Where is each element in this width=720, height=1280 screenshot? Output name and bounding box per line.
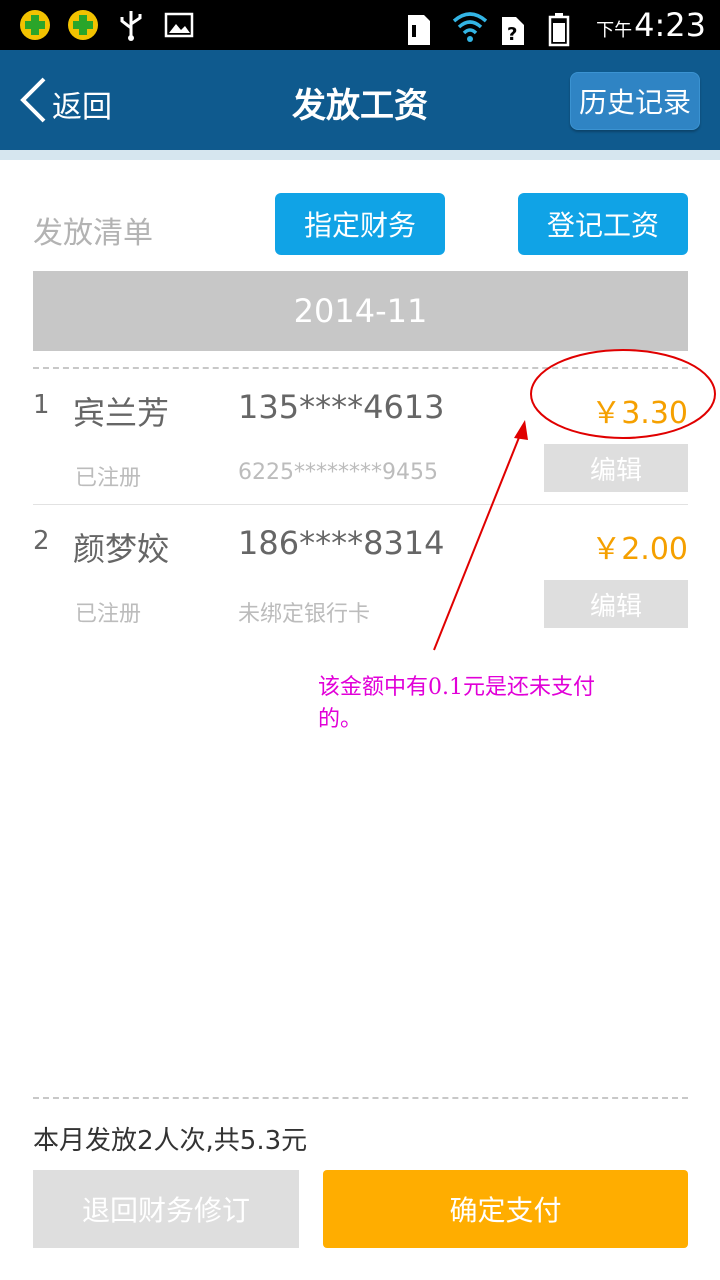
annotation-note: 该金额中有0.1元是还未支付的。 bbox=[318, 675, 595, 732]
confirm-payment-button[interactable]: 确定支付 bbox=[323, 1170, 688, 1248]
annotation-arrow bbox=[433, 429, 523, 651]
return-for-revision-button[interactable]: 退回财务修订 bbox=[33, 1170, 299, 1248]
highlight-ellipse bbox=[530, 349, 716, 439]
footer-divider bbox=[33, 1097, 688, 1099]
annotation-overlay bbox=[433, 349, 716, 651]
arrow-head bbox=[514, 420, 528, 440]
payment-summary: 本月发放2人次,共5.3元 bbox=[33, 1126, 308, 1156]
